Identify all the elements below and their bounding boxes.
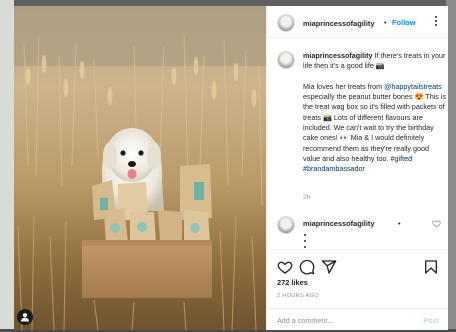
caption-text: miaprincessofagility If there's treats i…	[303, 51, 447, 185]
post-time[interactable]: 2 HOURS AGO	[277, 293, 319, 299]
header-separator: •	[384, 18, 387, 27]
comment-icon[interactable]	[299, 259, 315, 275]
caption-username[interactable]: miaprincessofagility	[303, 51, 373, 60]
browser-backdrop-left	[0, 0, 14, 332]
wheat-field-dog-image	[14, 6, 266, 330]
ellipsis-icon[interactable]	[430, 15, 442, 27]
comment-avatar[interactable]	[277, 216, 295, 234]
comment-username[interactable]: miaprincessofagility	[303, 219, 374, 228]
bookmark-icon[interactable]	[423, 259, 439, 275]
post-photo[interactable]	[14, 6, 266, 330]
caption-para2-pre: Mia loves her treats from	[303, 81, 385, 91]
post-modal: miaprincessofagility • Follow miaprinces…	[14, 6, 448, 330]
comment-separator: •	[398, 219, 401, 228]
add-comment-bar: Add a comment... Post	[267, 308, 448, 330]
comment-input[interactable]: Add a comment...	[277, 316, 333, 325]
caption-avatar[interactable]	[277, 51, 295, 69]
user-icon[interactable]	[17, 309, 33, 325]
heart-icon[interactable]	[432, 219, 441, 228]
post-header: miaprincessofagility • Follow	[267, 6, 448, 38]
action-bar: 272 likes 2 HOURS AGO Add a comment... P…	[267, 249, 448, 329]
header-username[interactable]: miaprincessofagility	[303, 19, 374, 28]
caption-time: 2h	[303, 194, 311, 201]
caption-para2-post: especially the peanut butter bones 😍 Thi…	[303, 92, 447, 163]
heart-icon[interactable]	[277, 259, 293, 275]
avatar[interactable]	[277, 14, 295, 32]
follow-button[interactable]: Follow	[392, 18, 415, 27]
post-side-panel: miaprincessofagility • Follow miaprinces…	[266, 6, 448, 330]
post-comment-button[interactable]: Post	[423, 316, 439, 325]
likes-count[interactable]: 272 likes	[277, 278, 308, 287]
mention-link[interactable]: @happytailstreats	[384, 82, 442, 91]
share-icon[interactable]	[321, 259, 337, 275]
